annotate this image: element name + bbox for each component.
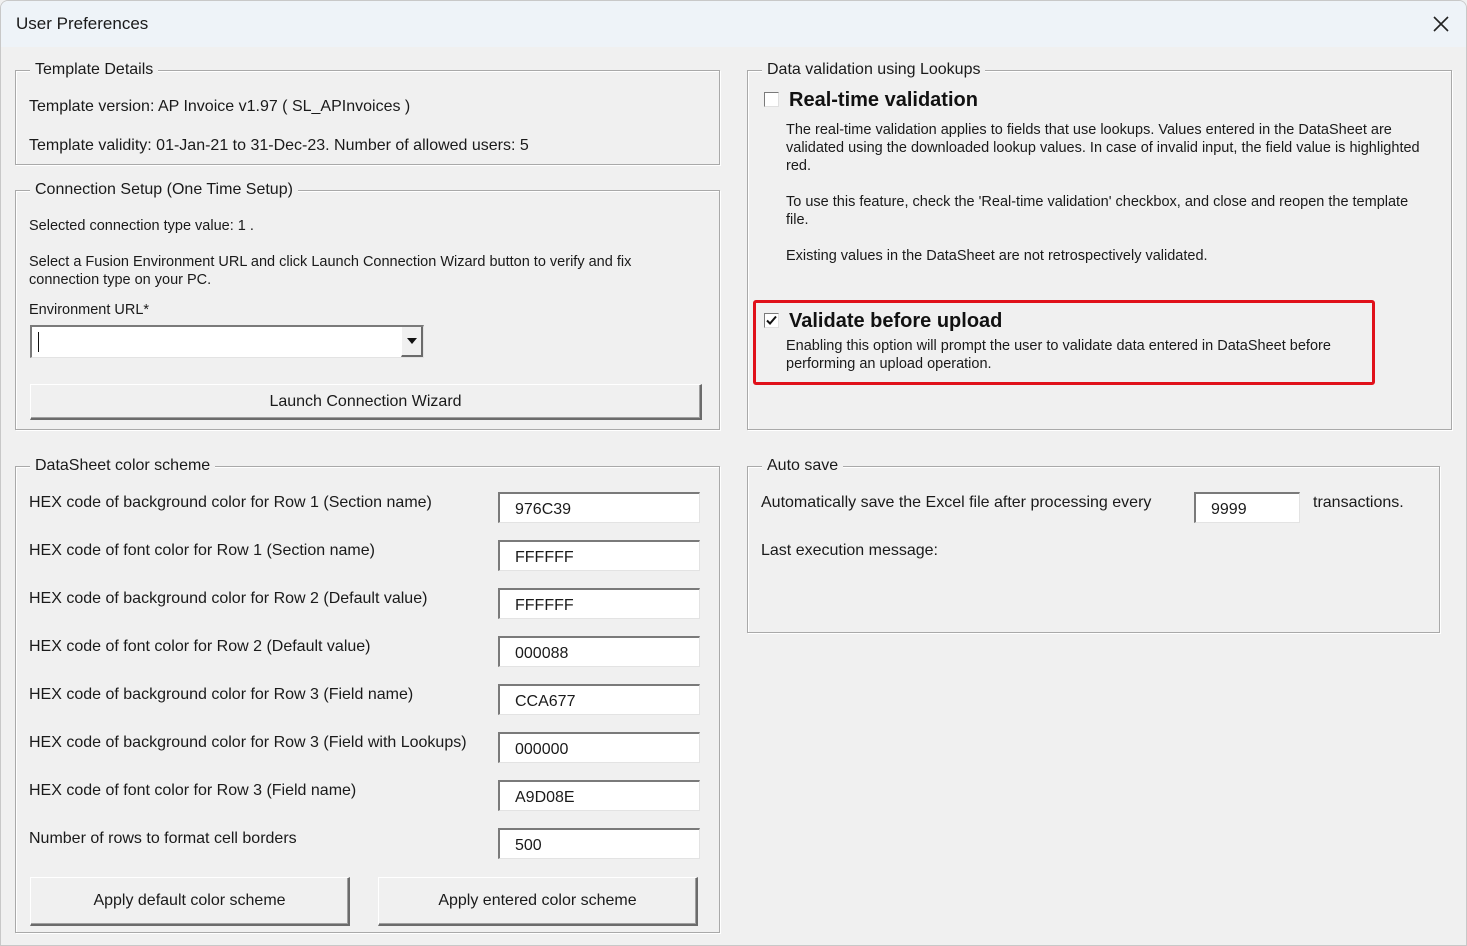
border-rows-input[interactable]: 500: [498, 828, 700, 859]
realtime-validation-desc: The real-time validation applies to fiel…: [786, 122, 1420, 174]
template-details-legend: Template Details: [30, 60, 159, 80]
template-details-group: Template Details Template version: AP In…: [15, 60, 720, 165]
user-preferences-dialog: User Preferences Template Details Templa…: [0, 0, 1467, 946]
auto-save-suffix-text: transactions.: [1313, 494, 1404, 511]
apply-entered-color-scheme-button[interactable]: Apply entered color scheme: [378, 877, 698, 926]
chevron-down-icon: [406, 338, 417, 344]
apply-default-color-scheme-button[interactable]: Apply default color scheme: [30, 877, 350, 926]
realtime-validation-note: Existing values in the DataSheet are not…: [786, 248, 1208, 264]
environment-url-label: Environment URL*: [29, 302, 150, 318]
auto-save-legend: Auto save: [762, 456, 844, 476]
realtime-validation-howto: To use this feature, check the 'Real-tim…: [786, 194, 1409, 228]
data-validation-legend: Data validation using Lookups: [762, 60, 986, 80]
template-validity-text: Template validity: 01-Jan-21 to 31-Dec-2…: [29, 137, 529, 154]
color-scheme-group: DataSheet color scheme HEX code of backg…: [15, 456, 720, 933]
color-scheme-legend: DataSheet color scheme: [30, 456, 216, 476]
last-execution-message-label: Last execution message:: [761, 542, 938, 559]
environment-url-combobox[interactable]: [30, 325, 424, 358]
connection-setup-group: Connection Setup (One Time Setup) Select…: [15, 180, 720, 430]
color-row-label: HEX code of background color for Row 3 (…: [29, 686, 414, 703]
color-row-label: HEX code of font color for Row 2 (Defaul…: [29, 638, 371, 655]
realtime-validation-label[interactable]: Real-time validation: [789, 89, 978, 112]
realtime-validation-checkbox[interactable]: [764, 92, 779, 107]
auto-save-count-input[interactable]: 9999: [1194, 492, 1300, 523]
connection-setup-legend: Connection Setup (One Time Setup): [30, 180, 298, 200]
auto-save-prefix-text: Automatically save the Excel file after …: [761, 494, 1152, 511]
color-row-input[interactable]: FFFFFF: [498, 588, 700, 619]
validate-before-upload-checkbox[interactable]: [764, 313, 779, 328]
checkmark-icon: [766, 315, 777, 325]
color-row-label: HEX code of font color for Row 3 (Field …: [29, 782, 357, 799]
selected-connection-type-text: Selected connection type value: 1 .: [29, 218, 254, 234]
data-validation-group: Data validation using Lookups Real-time …: [747, 60, 1452, 430]
color-row-label: HEX code of background color for Row 3 (…: [29, 734, 467, 751]
color-row-input[interactable]: A9D08E: [498, 780, 700, 811]
close-icon: [1433, 16, 1449, 32]
title-bar: User Preferences: [1, 1, 1466, 47]
template-version-text: Template version: AP Invoice v1.97 ( SL_…: [29, 98, 411, 115]
color-row-input[interactable]: 000088: [498, 636, 700, 667]
close-button[interactable]: [1426, 9, 1456, 39]
color-row-label: HEX code of font color for Row 1 (Sectio…: [29, 542, 375, 559]
auto-save-group: Auto save Automatically save the Excel f…: [747, 456, 1440, 633]
border-rows-label: Number of rows to format cell borders: [29, 830, 297, 847]
color-row-input[interactable]: 976C39: [498, 492, 700, 523]
color-row-label: HEX code of background color for Row 2 (…: [29, 590, 428, 607]
validate-before-upload-label[interactable]: Validate before upload: [789, 310, 1002, 333]
launch-connection-wizard-button[interactable]: Launch Connection Wizard: [30, 384, 702, 420]
environment-url-dropdown-button[interactable]: [401, 327, 423, 357]
color-row-input[interactable]: 000000: [498, 732, 700, 763]
color-row-input[interactable]: FFFFFF: [498, 540, 700, 571]
environment-url-input[interactable]: [38, 332, 378, 352]
validate-before-upload-desc: Enabling this option will prompt the use…: [786, 338, 1331, 372]
window-title: User Preferences: [16, 14, 149, 33]
color-row-label: HEX code of background color for Row 1 (…: [29, 494, 432, 511]
connection-instructions-text: Select a Fusion Environment URL and clic…: [29, 254, 632, 288]
color-row-input[interactable]: CCA677: [498, 684, 700, 715]
